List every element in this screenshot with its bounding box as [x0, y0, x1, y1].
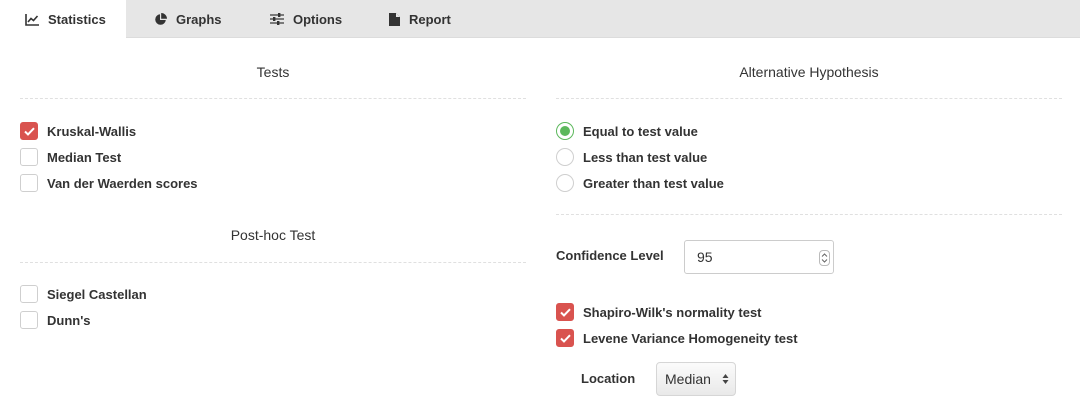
median-test-checkbox[interactable]: Median Test: [20, 148, 121, 166]
kruskal-wallis-checkbox[interactable]: Kruskal-Wallis: [20, 122, 136, 140]
select-arrows-icon: [722, 374, 729, 384]
checkbox-label: Dunn's: [47, 312, 91, 328]
tab-statistics[interactable]: Statistics: [0, 0, 126, 39]
radio-label: Less than test value: [583, 149, 708, 165]
less-than-test-value-radio[interactable]: Less than test value: [556, 148, 707, 166]
checkbox-checked-icon[interactable]: [556, 329, 574, 347]
siegel-castellan-checkbox[interactable]: Siegel Castellan: [20, 285, 147, 303]
checkbox-checked-icon[interactable]: [556, 303, 574, 321]
confidence-level-input[interactable]: [685, 249, 805, 265]
tab-bar: Statistics Graphs Options Report: [0, 0, 1080, 39]
tab-options[interactable]: Options: [270, 0, 342, 38]
greater-than-test-value-radio[interactable]: Greater than test value: [556, 174, 724, 192]
tab-label: Options: [293, 11, 343, 27]
radio-unselected-icon[interactable]: [556, 174, 574, 192]
pie-chart-icon: [155, 12, 167, 25]
checkbox-label: Median Test: [47, 149, 122, 165]
tab-label: Graphs: [176, 11, 222, 27]
checkbox-label: Kruskal-Wallis: [47, 123, 137, 139]
location-label: Location: [581, 371, 636, 386]
checkbox-checked-icon[interactable]: [20, 122, 38, 140]
radio-selected-icon[interactable]: [556, 122, 574, 140]
alternative-title: Alternative Hypothesis: [739, 64, 879, 80]
checkbox-label: Siegel Castellan: [47, 286, 147, 302]
shapiro-wilk-checkbox[interactable]: Shapiro-Wilk's normality test: [556, 303, 762, 321]
spinner-icon[interactable]: [819, 250, 830, 266]
location-select[interactable]: Median: [656, 362, 736, 396]
checkbox-unchecked-icon[interactable]: [20, 285, 38, 303]
checkbox-unchecked-icon[interactable]: [20, 174, 38, 192]
tab-report[interactable]: Report: [389, 0, 451, 38]
line-chart-icon: [25, 13, 39, 26]
dunns-checkbox[interactable]: Dunn's: [20, 311, 91, 329]
checkbox-unchecked-icon[interactable]: [20, 311, 38, 329]
file-icon: [389, 12, 400, 26]
posthoc-title: Post-hoc Test: [230, 227, 316, 243]
checkbox-unchecked-icon[interactable]: [20, 148, 38, 166]
location-select-value: Median: [665, 371, 711, 387]
checkbox-label: Shapiro-Wilk's normality test: [583, 304, 762, 320]
tests-divider: [20, 98, 526, 99]
confidence-level-field[interactable]: [684, 240, 834, 274]
checkbox-label: Levene Variance Homogeneity test: [583, 330, 798, 346]
radio-label: Equal to test value: [583, 123, 698, 139]
tests-title: Tests: [256, 64, 290, 80]
tab-label: Statistics: [48, 12, 106, 27]
posthoc-divider: [20, 262, 526, 263]
sliders-icon: [270, 13, 284, 25]
levene-checkbox[interactable]: Levene Variance Homogeneity test: [556, 329, 798, 347]
van-der-waerden-checkbox[interactable]: Van der Waerden scores: [20, 174, 198, 192]
tab-label: Report: [409, 11, 451, 27]
alternative-divider: [556, 98, 1062, 99]
confidence-level-label: Confidence Level: [556, 248, 664, 263]
equal-to-test-value-radio[interactable]: Equal to test value: [556, 122, 698, 140]
tab-graphs[interactable]: Graphs: [154, 0, 222, 38]
radio-unselected-icon[interactable]: [556, 148, 574, 166]
radio-label: Greater than test value: [583, 175, 724, 191]
alternative-bottom-divider: [556, 214, 1062, 215]
checkbox-label: Van der Waerden scores: [47, 175, 198, 191]
